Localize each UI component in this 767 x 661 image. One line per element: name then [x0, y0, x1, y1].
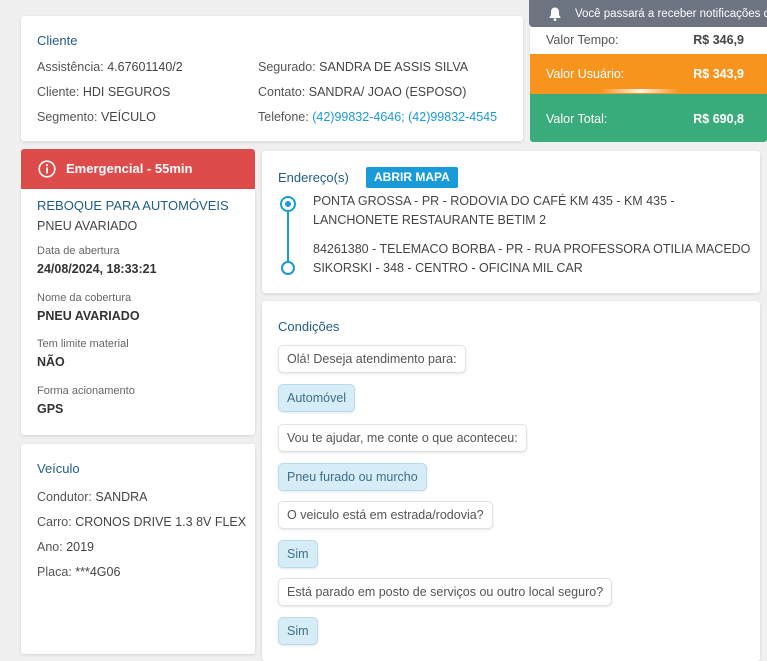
address-title: Endereço(s) [278, 170, 349, 185]
client-title: Cliente [37, 33, 78, 48]
address-card: Endereço(s) ABRIR MAPA PONTA GROSSA - PR… [262, 151, 760, 293]
plate-row: Placa: ***4G06 [37, 565, 121, 579]
info-icon [38, 160, 56, 181]
opening-date-label: Data de abertura [37, 245, 120, 257]
service-subtitle: PNEU AVARIADO [37, 219, 138, 233]
question-bubble: Vou te ajudar, me conte o que aconteceu: [278, 424, 527, 452]
phone-row: Telefone: (42)99832-4646; (42)99832-4545 [258, 110, 498, 124]
opening-date-value: 24/08/2024, 18:33:21 [37, 262, 157, 276]
answer-bubble: Sim [278, 617, 318, 645]
insured-row: Segurado: SANDRA DE ASSIS SILVA [258, 60, 469, 74]
year-row: Ano: 2019 [37, 540, 95, 554]
answer-bubble: Pneu furado ou murcho [278, 463, 427, 491]
coverage-label: Nome da cobertura [37, 292, 132, 304]
vehicle-card: Veículo Condutor: SANDRA Carro: CRONOS D… [21, 444, 255, 654]
value-usuario: Valor Usuário: R$ 343,9 [530, 54, 767, 94]
status-banner: Emergencial - 55min [21, 149, 255, 189]
notification-toast[interactable]: Você passará a receber notificações d [529, 0, 767, 27]
conditions-title: Condições [278, 319, 340, 334]
service-title: REBOQUE PARA AUTOMÓVEIS [37, 198, 229, 213]
question-bubble: Está parado em posto de serviços ou outr… [278, 578, 613, 606]
open-map-button[interactable]: ABRIR MAPA [366, 167, 458, 188]
destination-marker [281, 261, 295, 275]
origin-address-line1: PONTA GROSSA - PR - RODOVIA DO CAFÉ KM 4… [313, 194, 675, 208]
question-bubble: O veiculo está em estrada/rodovia? [278, 501, 493, 529]
limit-label: Tem limite material [37, 338, 129, 350]
driver-row: Condutor: SANDRA [37, 490, 148, 504]
origin-address-line2: LANCHONETE RESTAURANTE BETIM 2 [313, 213, 547, 227]
vehicle-title: Veículo [37, 461, 80, 476]
route-line [287, 203, 289, 267]
trigger-label: Forma acionamento [37, 385, 135, 397]
notification-text: Você passará a receber notificações d [575, 7, 767, 20]
origin-marker [280, 196, 296, 212]
client-row: Cliente: HDI SEGUROS [37, 85, 171, 99]
car-row: Carro: CRONOS DRIVE 1.3 8V FLEX [37, 515, 247, 529]
value-total: Valor Total: R$ 690,8 [530, 94, 767, 142]
destination-address-line1: 84261380 - TELEMACO BORBA - PR - RUA PRO… [313, 242, 751, 256]
answer-bubble: Sim [278, 540, 318, 568]
client-card: Cliente Assistência: 4.67601140/2 Client… [21, 16, 523, 141]
assistance-row: Assistência: 4.67601140/2 [37, 60, 183, 74]
answer-bubble: Automóvel [278, 384, 356, 412]
question-bubble: Olá! Deseja atendimento para: [278, 345, 466, 373]
value-tempo: Valor Tempo: R$ 346,9 [530, 27, 767, 54]
phone-link[interactable]: (42)99832-4646; (42)99832-4545 [312, 110, 497, 124]
value-usuario-highlight [600, 89, 680, 93]
trigger-value: GPS [37, 402, 64, 416]
bell-icon [547, 6, 563, 22]
status-label: Emergencial - 55min [66, 161, 193, 176]
limit-value: NÃO [37, 355, 65, 369]
segment-row: Segmento: VEÍCULO [37, 110, 156, 124]
coverage-value: PNEU AVARIADO [37, 309, 140, 323]
service-card: REBOQUE PARA AUTOMÓVEIS PNEU AVARIADO Da… [21, 189, 255, 435]
destination-address-line2: SIKORSKI - 348 - CENTRO - OFICINA MIL CA… [313, 261, 583, 275]
contact-row: Contato: SANDRA/ JOAO (ESPOSO) [258, 85, 467, 99]
